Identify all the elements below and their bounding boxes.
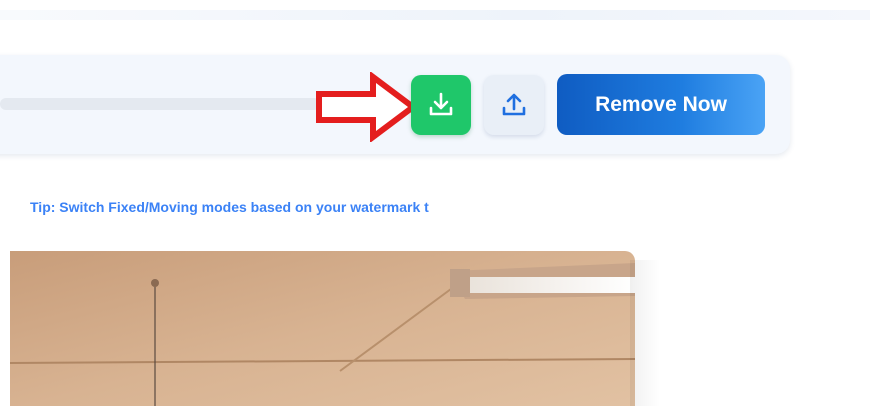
page: Remove Now Tip: Switch Fixed/Moving mode… [0, 0, 870, 406]
top-strip [0, 10, 870, 20]
upload-icon [502, 93, 526, 116]
preview-image [10, 251, 635, 406]
remove-now-label: Remove Now [595, 92, 727, 116]
red-arrow-icon [316, 72, 418, 142]
timeline-slider[interactable] [0, 94, 342, 114]
toolbar-panel: Remove Now [0, 55, 790, 154]
preview-shadow [630, 260, 660, 406]
upload-button[interactable] [484, 75, 544, 135]
video-preview[interactable] [10, 251, 635, 406]
download-icon [429, 92, 453, 116]
download-button[interactable] [411, 75, 471, 135]
tip-text: Tip: Switch Fixed/Moving modes based on … [30, 199, 429, 215]
remove-now-button[interactable]: Remove Now [557, 74, 765, 135]
